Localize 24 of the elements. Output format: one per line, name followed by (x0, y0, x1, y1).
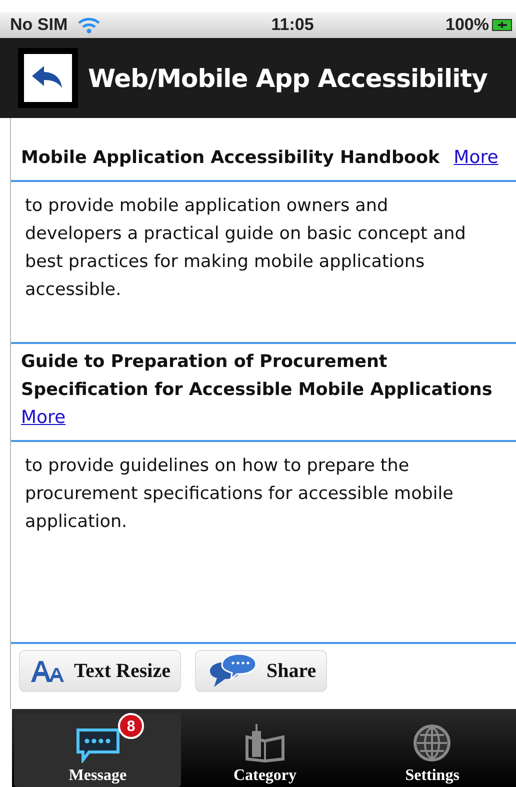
more-link[interactable]: More (454, 147, 498, 168)
article-description: to provide mobile application owners and developers a practical guide on basic concept and best practices for making mobile applications accessible. (11, 182, 516, 344)
back-button[interactable] (18, 48, 78, 108)
book-icon (242, 723, 287, 763)
back-arrow-icon (32, 66, 64, 90)
tab[interactable]: Settings (348, 713, 516, 787)
font-size-icon (30, 660, 66, 682)
battery-percent: 100% (446, 15, 489, 35)
notification-badge: 8 (118, 713, 144, 739)
chat-icon (74, 727, 121, 763)
article-title: Guide to Preparation of Procurement Specification for Accessible Mobile Applications (21, 352, 492, 400)
article-description: to provide guidelines on how to prepare the procurement specifications for accessible mobile application. (11, 442, 516, 644)
share-button[interactable]: Share (195, 650, 328, 692)
wifi-icon (78, 16, 100, 34)
article-title: Mobile Application Accessibility Handbook (21, 148, 440, 168)
header-title: Web/Mobile App Accessibility (88, 64, 488, 92)
text-resize-button[interactable]: Text Resize (19, 650, 182, 692)
tab[interactable]: 8 Message (14, 713, 182, 787)
clock-text: 11:05 (271, 15, 314, 35)
globe-icon (412, 723, 452, 763)
more-link[interactable]: More (21, 404, 508, 432)
battery-icon (492, 19, 512, 31)
carrier-text: No SIM (10, 15, 68, 35)
tab[interactable]: Category (181, 713, 349, 787)
